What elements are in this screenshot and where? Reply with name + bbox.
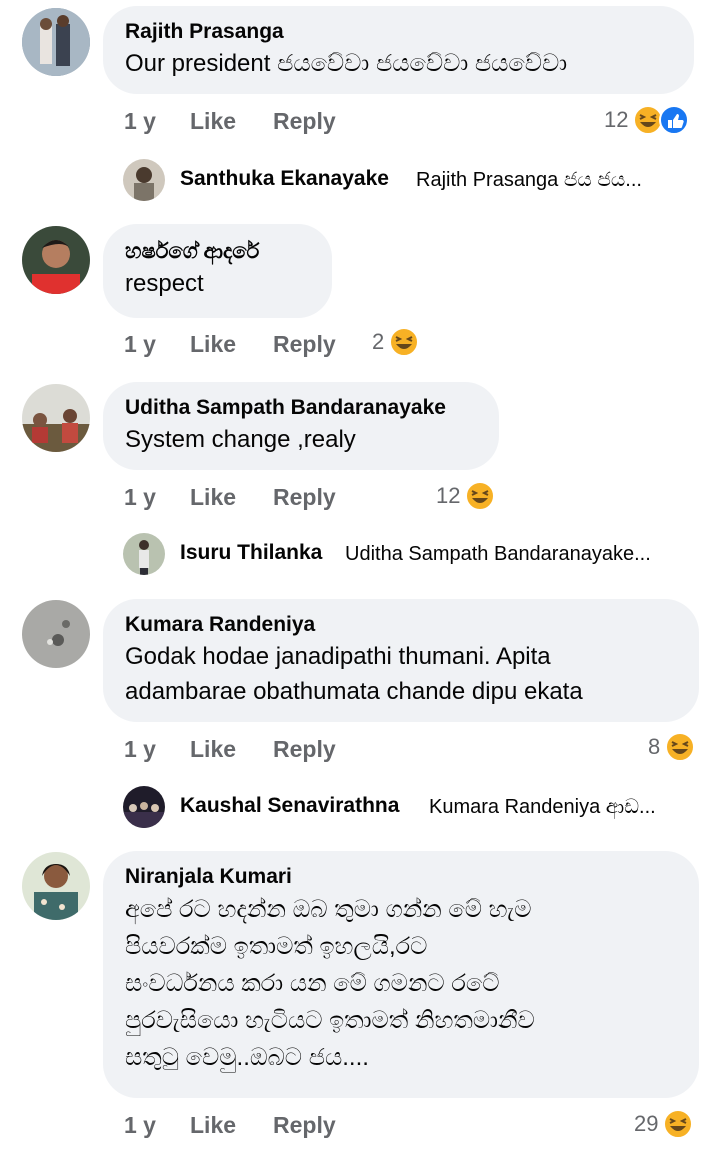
avatar-photo <box>22 600 90 668</box>
reply-author[interactable]: Santhuka Ekanayake <box>180 167 389 191</box>
comment-author[interactable]: Niranjala Kumari <box>125 863 677 891</box>
comment-text: Godak hodae janadipathi thumani. Apita a… <box>125 643 583 705</box>
like-button[interactable]: Like <box>190 736 236 763</box>
reply-button[interactable]: Reply <box>273 484 336 511</box>
reaction-count: 8 <box>648 734 661 759</box>
reply-preview[interactable]: Kaushal Senavirathna Kumara Randeniya ආඩ… <box>120 784 700 832</box>
avatar-photo <box>22 384 90 452</box>
comment-bubble: Niranjala Kumari අපේ රට හදන්න ඔබ තුමා ගන… <box>103 851 699 1098</box>
comment-time[interactable]: 1 y <box>124 484 156 511</box>
comment-author[interactable]: Rajith Prasanga <box>125 18 672 46</box>
comment-text: respect <box>125 270 204 297</box>
like-button[interactable]: Like <box>190 108 236 135</box>
comment-time[interactable]: 1 y <box>124 1112 156 1139</box>
reaction-count: 12 <box>436 483 461 508</box>
avatar[interactable] <box>22 8 90 76</box>
avatar-photo <box>123 159 165 201</box>
reply-button[interactable]: Reply <box>273 108 336 135</box>
comment-bubble: Rajith Prasanga Our president ජයවේවා ජයව… <box>103 6 694 94</box>
comment-time[interactable]: 1 y <box>124 736 156 763</box>
haha-icon <box>663 1109 694 1139</box>
comment-text: Our president ජයවේවා ජයවේවා ජයවේවා <box>125 50 568 77</box>
reply-button[interactable]: Reply <box>273 736 336 763</box>
avatar[interactable] <box>22 600 90 668</box>
reply-author[interactable]: Kaushal Senavirathna <box>180 794 399 818</box>
reaction-count: 12 <box>604 107 629 132</box>
avatar-photo <box>22 226 90 294</box>
reaction-summary[interactable]: 8 <box>648 731 696 763</box>
comment-author[interactable]: හර්ෂගේ ආදරේ <box>125 238 310 266</box>
comment-bubble: හර්ෂගේ ආදරේ respect <box>103 224 332 318</box>
avatar[interactable] <box>123 533 165 575</box>
avatar[interactable] <box>22 852 90 920</box>
comment-actions: 1 y Like Reply <box>124 1112 424 1142</box>
comment-author[interactable]: Kumara Randeniya <box>125 611 677 639</box>
comment-actions: 1 y Like Reply <box>124 108 424 138</box>
reaction-count: 2 <box>372 329 385 354</box>
reply-text: Kumara Randeniya ආඩ... <box>429 796 656 818</box>
avatar-photo <box>22 852 90 920</box>
avatar[interactable] <box>123 159 165 201</box>
reply-button[interactable]: Reply <box>273 331 336 358</box>
reaction-summary[interactable]: 12 <box>604 104 692 136</box>
haha-icon <box>465 481 496 511</box>
avatar-photo <box>22 8 90 76</box>
comment-bubble: Kumara Randeniya Godak hodae janadipathi… <box>103 599 699 722</box>
comment-text: System change ,realy <box>125 426 356 453</box>
avatar-photo <box>123 786 165 828</box>
reply-preview[interactable]: Santhuka Ekanayake Rajith Prasanga ජය ජය… <box>120 157 700 205</box>
reply-text: Uditha Sampath Bandaranayake... <box>345 543 651 565</box>
reply-text: Rajith Prasanga ජය ජය... <box>416 169 642 191</box>
haha-icon <box>665 732 696 762</box>
comment-time[interactable]: 1 y <box>124 108 156 135</box>
reply-preview[interactable]: Isuru Thilanka Uditha Sampath Bandaranay… <box>120 531 700 579</box>
avatar-photo <box>123 533 165 575</box>
comment-actions: 1 y Like Reply <box>124 484 424 514</box>
avatar[interactable] <box>123 786 165 828</box>
like-button[interactable]: Like <box>190 1112 236 1139</box>
reaction-summary[interactable]: 2 <box>372 326 420 358</box>
like-button[interactable]: Like <box>190 331 236 358</box>
comment-time[interactable]: 1 y <box>124 331 156 358</box>
comment-bubble: Uditha Sampath Bandaranayake System chan… <box>103 382 499 470</box>
haha-icon <box>389 327 420 357</box>
comment-text: අපේ රට හදන්න ඔබ තුමා ගන්න මේ හැම පියවරක්… <box>125 896 535 1071</box>
reaction-summary[interactable]: 12 <box>436 480 496 512</box>
avatar[interactable] <box>22 384 90 452</box>
reaction-count: 29 <box>634 1111 659 1136</box>
comment-actions: 1 y Like Reply <box>124 736 424 766</box>
haha-icon <box>633 105 690 135</box>
comment-author[interactable]: Uditha Sampath Bandaranayake <box>125 394 477 422</box>
reply-author[interactable]: Isuru Thilanka <box>180 541 322 565</box>
reaction-summary[interactable]: 29 <box>634 1108 694 1140</box>
like-button[interactable]: Like <box>190 484 236 511</box>
reply-button[interactable]: Reply <box>273 1112 336 1139</box>
avatar[interactable] <box>22 226 90 294</box>
